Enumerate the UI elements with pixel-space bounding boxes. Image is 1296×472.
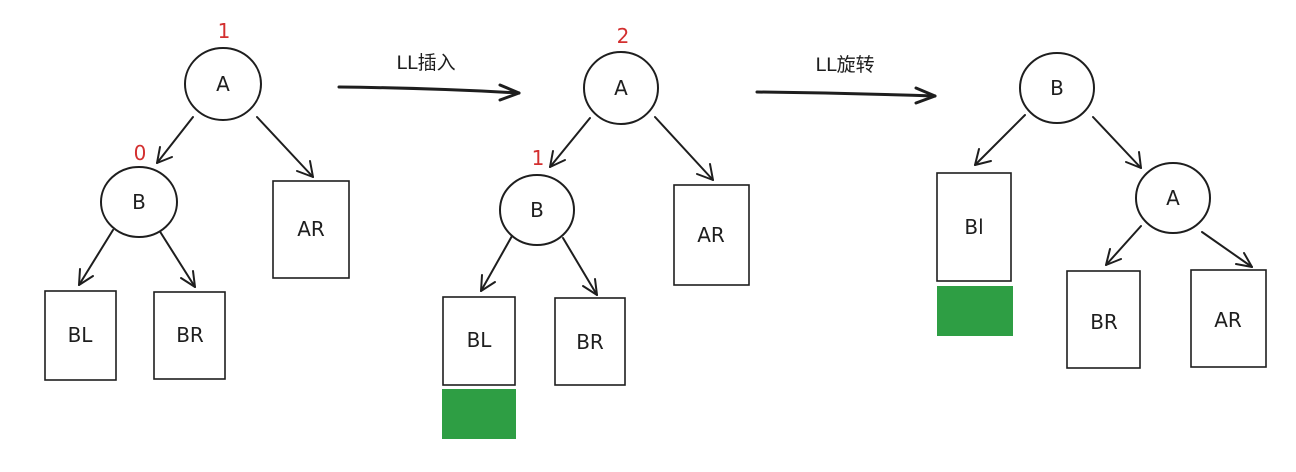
stage2-tree: A 2 B 1 AR BL BR [442, 24, 750, 439]
insert-transition: LL插入 [337, 52, 521, 102]
node-b-label: B [132, 190, 146, 214]
rotate-transition: LL旋转 [755, 54, 937, 105]
inserted-node-block [442, 389, 516, 439]
subtree-bl-label: BL [467, 328, 493, 352]
edge-a-to-b [156, 116, 194, 164]
edge-b-to-br [158, 229, 196, 288]
node-a-label: A [216, 72, 230, 96]
arrowhead [180, 270, 196, 288]
rotate-label: LL旋转 [815, 54, 874, 76]
edge-b-to-bl [78, 229, 114, 286]
subtree-ar-label: AR [297, 217, 325, 241]
node-b-label: B [1050, 76, 1064, 100]
edge-b-to-br [562, 237, 598, 296]
balance-factor-a: 2 [617, 24, 630, 48]
subtree-br-label: BR [1090, 310, 1118, 334]
edge-a-to-ar [1201, 231, 1253, 268]
edge-a-to-br [1105, 225, 1142, 266]
balance-factor-b: 1 [532, 146, 545, 170]
subtree-ar-label: AR [697, 223, 725, 247]
avl-ll-rotation-diagram: A 1 B 0 AR BL BR LL插入 A 2 B 1 AR BL BR L… [44, 19, 1267, 439]
subtree-bl-label: Bl [964, 215, 983, 239]
edge-a-to-ar [654, 116, 714, 181]
stage1-tree: A 1 B 0 AR BL BR [44, 19, 350, 381]
node-b-label: B [530, 198, 544, 222]
node-a-label: A [1166, 186, 1180, 210]
insert-arrow-shaft [337, 85, 521, 95]
subtree-br-label: BR [176, 323, 204, 347]
arrowhead [78, 268, 94, 286]
edge-b-to-bl [974, 114, 1026, 166]
edge-b-to-a [1092, 116, 1142, 169]
subtree-br-label: BR [576, 330, 604, 354]
stage3-tree: B Bl A BR AR [936, 52, 1267, 369]
insert-label: LL插入 [396, 52, 455, 74]
stage3-edges [974, 114, 1253, 268]
balance-factor-b: 0 [134, 141, 147, 165]
inserted-node-block [937, 286, 1013, 336]
subtree-ar-label: AR [1214, 308, 1242, 332]
edge-a-to-b [549, 117, 591, 168]
rotate-arrow-shaft [755, 90, 937, 98]
balance-factor-a: 1 [218, 19, 231, 43]
edge-b-to-bl [480, 235, 513, 292]
node-a-label: A [614, 76, 628, 100]
subtree-bl-label: BL [68, 323, 94, 347]
edge-a-to-ar [256, 116, 314, 178]
